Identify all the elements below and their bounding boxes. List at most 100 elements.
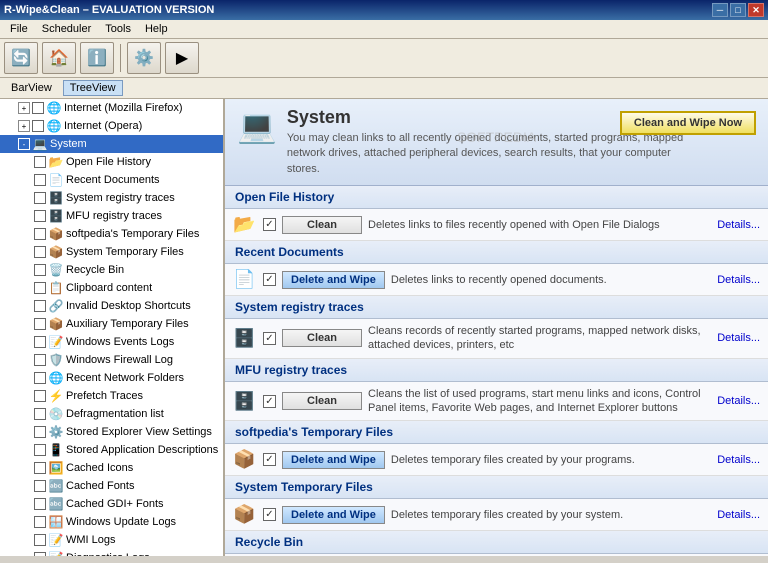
toolbar-btn-refresh[interactable]: 🔄 bbox=[4, 42, 38, 74]
btn-clean-open-file[interactable]: Clean bbox=[282, 216, 362, 234]
row-details-recent-docs[interactable]: Details... bbox=[717, 274, 760, 286]
close-button[interactable]: ✕ bbox=[748, 3, 764, 17]
tree-item-mozilla[interactable]: + 🌐 Internet (Mozilla Firefox) bbox=[0, 99, 223, 117]
menu-file[interactable]: File bbox=[4, 21, 34, 37]
tree-item-invalid-shortcuts[interactable]: 🔗 Invalid Desktop Shortcuts bbox=[0, 297, 223, 315]
tree-item-sys-registry[interactable]: 🗄️ System registry traces bbox=[0, 189, 223, 207]
tree-item-defrag[interactable]: 💿 Defragmentation list bbox=[0, 405, 223, 423]
section-header-recycle-bin: Recycle Bin bbox=[225, 531, 768, 554]
checkbox-mozilla[interactable] bbox=[32, 102, 44, 114]
row-checkbox-recent-docs[interactable] bbox=[263, 273, 276, 286]
checkbox-recycle-bin[interactable] bbox=[34, 264, 46, 276]
row-details-open-file[interactable]: Details... bbox=[717, 219, 760, 231]
tree-item-wmi-logs[interactable]: 📝 WMI Logs bbox=[0, 531, 223, 549]
menu-tools[interactable]: Tools bbox=[99, 21, 137, 37]
tree-item-explorer-settings[interactable]: ⚙️ Stored Explorer View Settings bbox=[0, 423, 223, 441]
tree-item-diag-logs[interactable]: 📝 Diagnostics Logs bbox=[0, 549, 223, 556]
expand-icon-system[interactable]: - bbox=[18, 138, 30, 150]
tree-item-events-logs[interactable]: 📝 Windows Events Logs bbox=[0, 333, 223, 351]
btn-delete-wipe-sys-temp[interactable]: Delete and Wipe bbox=[282, 506, 385, 524]
row-details-sys-temp[interactable]: Details... bbox=[717, 509, 760, 521]
tree-item-sys-temp[interactable]: 📦 System Temporary Files bbox=[0, 243, 223, 261]
checkbox-wmi-logs[interactable] bbox=[34, 534, 46, 546]
row-desc-recent-docs: Deletes links to recently opened documen… bbox=[391, 273, 711, 287]
btn-clean-mfu-registry[interactable]: Clean bbox=[282, 392, 362, 410]
tree-item-opera[interactable]: + 🌐 Internet (Opera) bbox=[0, 117, 223, 135]
minimize-button[interactable]: ─ bbox=[712, 3, 728, 17]
tree-item-recent-docs[interactable]: 📄 Recent Documents bbox=[0, 171, 223, 189]
toolbar-btn-home[interactable]: 🏠 bbox=[42, 42, 76, 74]
checkbox-sys-temp[interactable] bbox=[34, 246, 46, 258]
tree-item-aux-temp[interactable]: 📦 Auxiliary Temporary Files bbox=[0, 315, 223, 333]
checkbox-mfu-registry[interactable] bbox=[34, 210, 46, 222]
system-header: 💻 System You may clean links to all rece… bbox=[225, 99, 768, 186]
tree-item-app-desc[interactable]: 📱 Stored Application Descriptions bbox=[0, 441, 223, 459]
checkbox-diag-logs[interactable] bbox=[34, 552, 46, 556]
tree-label-recent-network: Recent Network Folders bbox=[66, 372, 221, 384]
tree-item-cached-fonts[interactable]: 🔤 Cached Fonts bbox=[0, 477, 223, 495]
tree-item-softpedia-temp[interactable]: 📦 softpedia's Temporary Files bbox=[0, 225, 223, 243]
toolbar-btn-settings[interactable]: ⚙️ bbox=[127, 42, 161, 74]
btn-delete-wipe-softpedia-temp[interactable]: Delete and Wipe bbox=[282, 451, 385, 469]
checkbox-opera[interactable] bbox=[32, 120, 44, 132]
checkbox-recent-docs[interactable] bbox=[34, 174, 46, 186]
menu-help[interactable]: Help bbox=[139, 21, 174, 37]
btn-delete-wipe-recent-docs[interactable]: Delete and Wipe bbox=[282, 271, 385, 289]
system-main-icon: 💻 bbox=[237, 107, 277, 145]
checkbox-sys-registry[interactable] bbox=[34, 192, 46, 204]
logs-icon-wu: 🪟 bbox=[48, 514, 64, 530]
checkbox-clipboard[interactable] bbox=[34, 282, 46, 294]
toolbar-btn-run[interactable]: ▶ bbox=[165, 42, 199, 74]
tree-label-recent-docs: Recent Documents bbox=[66, 174, 221, 186]
checkbox-softpedia-temp[interactable] bbox=[34, 228, 46, 240]
row-checkbox-mfu-registry[interactable] bbox=[263, 395, 276, 408]
checkbox-invalid-shortcuts[interactable] bbox=[34, 300, 46, 312]
maximize-button[interactable]: □ bbox=[730, 3, 746, 17]
bar-view-button[interactable]: BarView bbox=[4, 80, 59, 96]
checkbox-events-logs[interactable] bbox=[34, 336, 46, 348]
left-panel-tree: + 🌐 Internet (Mozilla Firefox) + 🌐 Inter… bbox=[0, 99, 225, 556]
tree-item-recycle-bin[interactable]: 🗑️ Recycle Bin bbox=[0, 261, 223, 279]
row-details-softpedia-temp[interactable]: Details... bbox=[717, 454, 760, 466]
row-desc-mfu-registry: Cleans the list of used programs, start … bbox=[368, 387, 711, 416]
checkbox-firewall-log[interactable] bbox=[34, 354, 46, 366]
checkbox-aux-temp[interactable] bbox=[34, 318, 46, 330]
checkbox-wu-logs[interactable] bbox=[34, 516, 46, 528]
tree-item-firewall-log[interactable]: 🛡️ Windows Firewall Log bbox=[0, 351, 223, 369]
expand-icon-mozilla[interactable]: + bbox=[18, 102, 30, 114]
row-checkbox-sys-temp[interactable] bbox=[263, 508, 276, 521]
tree-item-system[interactable]: - 💻 System bbox=[0, 135, 223, 153]
toolbar-btn-info[interactable]: ℹ️ bbox=[80, 42, 114, 74]
checkbox-cached-icons[interactable] bbox=[34, 462, 46, 474]
row-details-mfu-registry[interactable]: Details... bbox=[717, 395, 760, 407]
view-toggle-bar: BarView TreeView bbox=[0, 78, 768, 99]
menu-scheduler[interactable]: Scheduler bbox=[36, 21, 98, 37]
checkbox-defrag[interactable] bbox=[34, 408, 46, 420]
tree-item-mfu-registry[interactable]: 🗄️ MFU registry traces bbox=[0, 207, 223, 225]
checkbox-recent-network[interactable] bbox=[34, 372, 46, 384]
checkbox-open-file-history[interactable] bbox=[34, 156, 46, 168]
tree-item-recent-network[interactable]: 🌐 Recent Network Folders bbox=[0, 369, 223, 387]
tree-label-app-desc: Stored Application Descriptions bbox=[66, 444, 221, 456]
checkbox-cached-fonts[interactable] bbox=[34, 480, 46, 492]
tree-view-button[interactable]: TreeView bbox=[63, 80, 123, 96]
clean-wipe-now-button[interactable]: Clean and Wipe Now bbox=[620, 111, 756, 135]
tree-item-open-file-history[interactable]: 📂 Open File History bbox=[0, 153, 223, 171]
row-checkbox-softpedia-temp[interactable] bbox=[263, 453, 276, 466]
tree-item-cached-icons[interactable]: 🖼️ Cached Icons bbox=[0, 459, 223, 477]
tree-item-wu-logs[interactable]: 🪟 Windows Update Logs bbox=[0, 513, 223, 531]
btn-clean-sys-registry[interactable]: Clean bbox=[282, 329, 362, 347]
tree-item-clipboard[interactable]: 📋 Clipboard content bbox=[0, 279, 223, 297]
expand-icon-opera[interactable]: + bbox=[18, 120, 30, 132]
tree-item-gdi-fonts[interactable]: 🔤 Cached GDI+ Fonts bbox=[0, 495, 223, 513]
checkbox-prefetch[interactable] bbox=[34, 390, 46, 402]
right-panel: 💻 System You may clean links to all rece… bbox=[225, 99, 768, 556]
checkbox-app-desc[interactable] bbox=[34, 444, 46, 456]
checkbox-gdi-fonts[interactable] bbox=[34, 498, 46, 510]
row-checkbox-sys-registry[interactable] bbox=[263, 332, 276, 345]
checkbox-explorer-settings[interactable] bbox=[34, 426, 46, 438]
row-checkbox-open-file[interactable] bbox=[263, 218, 276, 231]
tree-item-prefetch[interactable]: ⚡ Prefetch Traces bbox=[0, 387, 223, 405]
section-row-sys-registry: 🗄️ Clean Cleans records of recently star… bbox=[225, 319, 768, 358]
row-details-sys-registry[interactable]: Details... bbox=[717, 332, 760, 344]
